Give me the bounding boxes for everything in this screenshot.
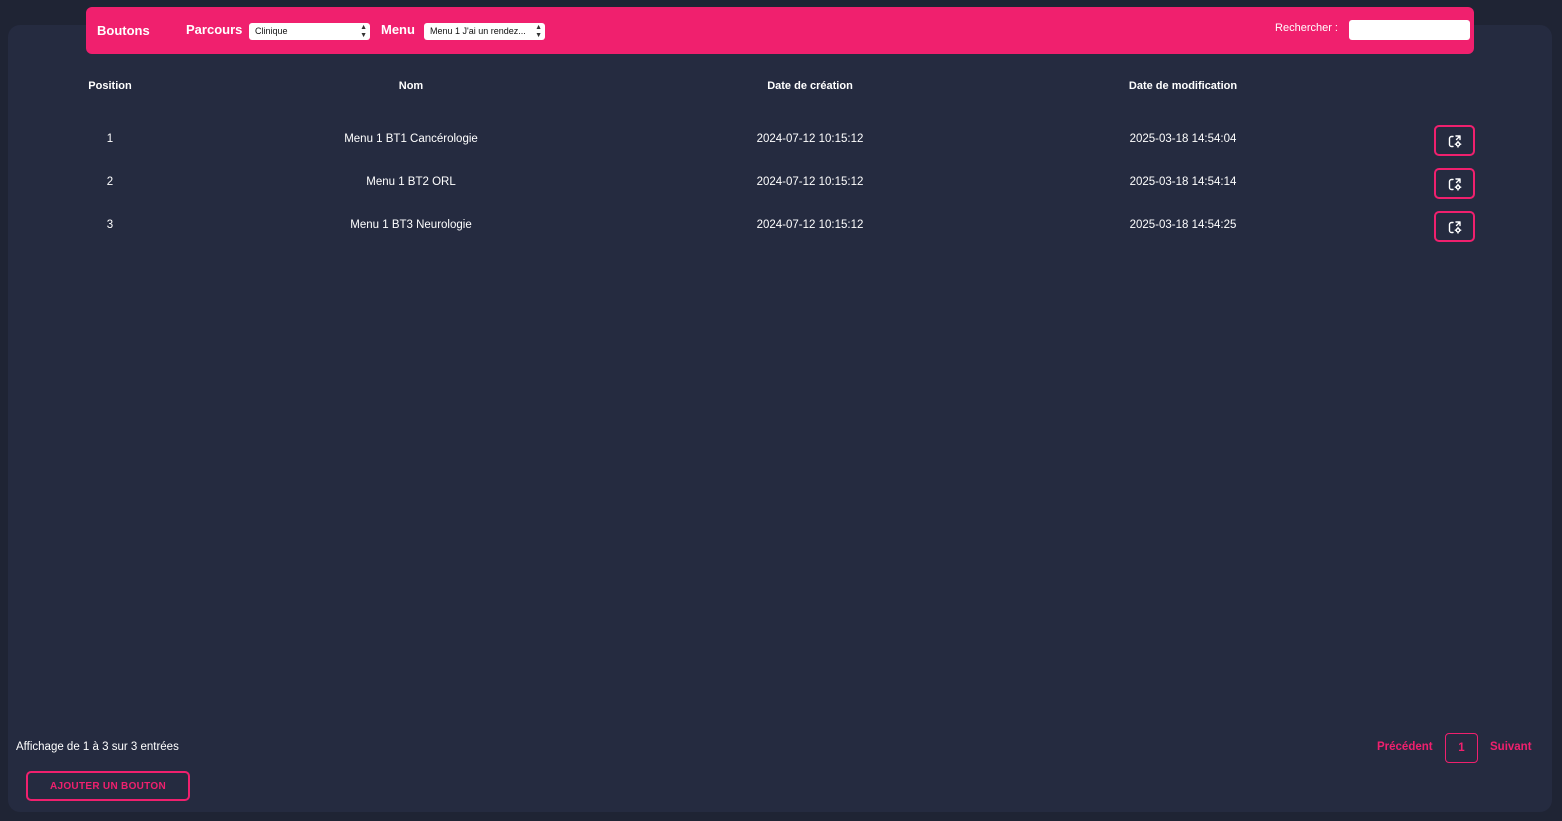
cell-position: 1 bbox=[106, 133, 114, 145]
pagination-page-1[interactable]: 1 bbox=[1445, 733, 1478, 763]
pagination-next[interactable]: Suivant bbox=[1490, 741, 1532, 753]
cell-created: 2024-07-12 10:15:12 bbox=[756, 176, 864, 188]
edit-button[interactable] bbox=[1434, 125, 1475, 156]
select-arrows-icon: ▲ ▼ bbox=[535, 23, 542, 39]
cell-name: Menu 1 BT3 Neurologie bbox=[350, 219, 472, 231]
cell-modified: 2025-03-18 14:54:04 bbox=[1129, 133, 1237, 145]
cell-position: 2 bbox=[106, 176, 114, 188]
edit-settings-icon bbox=[1448, 177, 1461, 191]
column-header-position[interactable]: Position bbox=[88, 80, 131, 92]
cell-modified: 2025-03-18 14:54:25 bbox=[1129, 219, 1237, 231]
toolbar-header: Boutons Parcours Clinique ▲ ▼ Menu Menu 1… bbox=[86, 7, 1474, 54]
menu-select-value: Menu 1 J'ai un rendez... bbox=[430, 26, 526, 36]
cell-name: Menu 1 BT1 Cancérologie bbox=[344, 133, 478, 145]
search-label: Rechercher : bbox=[1275, 22, 1338, 34]
edit-button[interactable] bbox=[1434, 168, 1475, 199]
column-header-name[interactable]: Nom bbox=[399, 80, 423, 92]
parcours-select-value: Clinique bbox=[255, 26, 288, 36]
edit-settings-icon bbox=[1448, 134, 1461, 148]
select-arrows-icon: ▲ ▼ bbox=[360, 23, 367, 39]
column-header-created[interactable]: Date de création bbox=[767, 80, 853, 92]
menu-label: Menu bbox=[381, 22, 415, 37]
cell-position: 3 bbox=[106, 219, 114, 231]
search-input[interactable] bbox=[1349, 20, 1470, 40]
cell-modified: 2025-03-18 14:54:14 bbox=[1129, 176, 1237, 188]
edit-settings-icon bbox=[1448, 220, 1461, 234]
menu-select[interactable]: Menu 1 J'ai un rendez... ▲ ▼ bbox=[424, 23, 545, 40]
cell-name: Menu 1 BT2 ORL bbox=[366, 176, 456, 188]
column-header-modified[interactable]: Date de modification bbox=[1129, 80, 1237, 92]
parcours-select[interactable]: Clinique ▲ ▼ bbox=[249, 23, 370, 40]
table-info: Affichage de 1 à 3 sur 3 entrées bbox=[16, 741, 179, 753]
add-button[interactable]: AJOUTER UN BOUTON bbox=[26, 771, 190, 801]
pagination-previous[interactable]: Précédent bbox=[1377, 741, 1433, 753]
page-title: Boutons bbox=[97, 23, 150, 38]
edit-button[interactable] bbox=[1434, 211, 1475, 242]
cell-created: 2024-07-12 10:15:12 bbox=[756, 219, 864, 231]
parcours-label: Parcours bbox=[186, 22, 243, 37]
cell-created: 2024-07-12 10:15:12 bbox=[756, 133, 864, 145]
